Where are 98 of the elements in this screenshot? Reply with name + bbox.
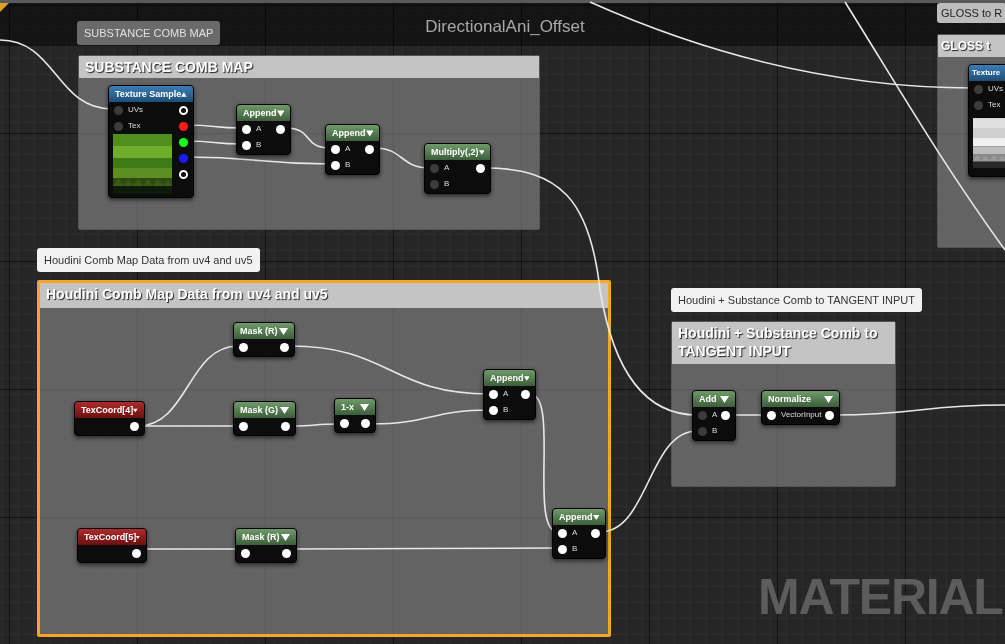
node-title: TexCoord[4] xyxy=(81,405,134,415)
pin-icon[interactable] xyxy=(282,548,291,558)
node-title: Append xyxy=(490,373,524,383)
pin-icon[interactable] xyxy=(132,548,141,558)
comment-title: SUBSTANCE COMB MAP xyxy=(79,56,539,78)
node-title: Normalize xyxy=(768,394,811,404)
caret-icon[interactable] xyxy=(136,533,140,541)
node-title: Append xyxy=(243,108,277,118)
comment-bubble: Houdini + Substance Comb to TANGENT INPUT xyxy=(671,288,922,312)
material-node[interactable]: Append A B xyxy=(325,124,380,175)
caret-icon[interactable] xyxy=(592,513,599,521)
pin-icon[interactable] xyxy=(591,528,600,538)
caret-icon[interactable] xyxy=(824,395,833,403)
pin-label: B xyxy=(712,427,718,435)
pin-icon[interactable] xyxy=(721,410,730,420)
material-node[interactable]: Mask (R) xyxy=(235,528,297,563)
pin-label: A xyxy=(712,411,718,419)
pin-label: Tex xyxy=(988,101,1001,109)
pin-label: UVs xyxy=(988,85,1004,93)
pin-label: A xyxy=(256,125,262,133)
material-node[interactable]: Normalize VectorInput xyxy=(761,390,840,425)
pin-icon[interactable] xyxy=(239,342,248,352)
pin-icon[interactable] xyxy=(476,163,485,173)
comment-bubble: Houdini Comb Map Data from uv4 and uv5 xyxy=(37,248,260,272)
material-node[interactable]: 1-x xyxy=(334,398,376,433)
pin-label: B xyxy=(572,545,578,553)
pin-label: Tex xyxy=(128,122,141,130)
pin-icon[interactable] xyxy=(489,405,498,415)
caret-icon[interactable] xyxy=(280,406,289,414)
pin-icon[interactable] xyxy=(365,144,374,154)
caret-icon[interactable] xyxy=(281,533,290,541)
pin-label: A xyxy=(572,529,578,537)
node-title: Mask (R) xyxy=(240,326,278,336)
pin-label: B xyxy=(444,180,450,188)
pin-icon[interactable] xyxy=(242,124,251,134)
pin-icon[interactable] xyxy=(276,124,285,134)
pin-label: A xyxy=(503,390,509,398)
caret-icon[interactable] xyxy=(276,109,284,117)
caret-icon[interactable] xyxy=(279,327,288,335)
pin-label: A xyxy=(444,164,450,172)
material-node[interactable]: Texture Sample UVs Tex xyxy=(108,85,194,198)
pin-icon[interactable] xyxy=(558,544,567,554)
material-node[interactable]: TexCoord[5] xyxy=(77,528,147,563)
graph-type-label: MATERIAL xyxy=(758,572,1003,622)
pin-icon[interactable] xyxy=(825,410,834,420)
pin-icon[interactable] xyxy=(239,421,248,431)
pin-label: VectorInput xyxy=(781,411,822,419)
material-node[interactable]: Append A B xyxy=(236,104,291,155)
pin-label: UVs xyxy=(128,106,144,114)
pin-label: A xyxy=(345,145,351,153)
pin-icon[interactable] xyxy=(767,410,776,420)
pin-icon[interactable] xyxy=(489,389,498,399)
node-title: Multiply(,2) xyxy=(431,147,479,157)
node-title: Texture Sample xyxy=(115,89,182,99)
node-title: Mask (R) xyxy=(242,532,280,542)
pin-icon[interactable] xyxy=(241,548,250,558)
pin-icon[interactable] xyxy=(331,160,340,170)
caret-icon[interactable] xyxy=(360,403,369,411)
pin-icon[interactable] xyxy=(521,389,530,399)
pin-icon[interactable] xyxy=(242,140,251,150)
node-title: Mask (G) xyxy=(240,405,278,415)
pin-icon[interactable] xyxy=(340,418,349,428)
material-node[interactable]: Append A B xyxy=(483,369,536,420)
caret-icon[interactable] xyxy=(478,148,484,156)
material-node[interactable]: TexCoord[4] xyxy=(74,401,145,436)
pin-icon[interactable] xyxy=(179,169,188,179)
material-node[interactable]: Append A B xyxy=(552,508,606,559)
pin-label: B xyxy=(345,161,351,169)
material-node[interactable]: Multiply(,2) A B xyxy=(424,143,491,194)
comment-title: GLOSS t xyxy=(938,35,1005,57)
pin-label: B xyxy=(256,141,262,149)
node-title: Add xyxy=(699,394,717,404)
comment-bubble: GLOSS to R xyxy=(937,3,1005,23)
pin-icon[interactable] xyxy=(130,421,139,431)
pin-icon[interactable] xyxy=(179,105,188,115)
pin-icon[interactable] xyxy=(558,528,567,538)
node-title: Append xyxy=(559,512,593,522)
material-node[interactable]: Mask (R) xyxy=(233,322,295,357)
node-title: 1-x xyxy=(341,402,354,412)
caret-icon[interactable] xyxy=(365,129,373,137)
node-title: TexCoord[5] xyxy=(84,532,137,542)
pin-icon[interactable] xyxy=(361,418,370,428)
material-node[interactable]: Add A B xyxy=(692,390,736,441)
pin-icon[interactable] xyxy=(179,137,188,147)
node-title: Append xyxy=(332,128,366,138)
pin-icon[interactable] xyxy=(281,421,290,431)
node-title: Texture xyxy=(972,69,1001,77)
caret-icon[interactable] xyxy=(133,406,138,414)
corner-marker-icon xyxy=(0,3,9,12)
caret-icon[interactable] xyxy=(720,395,729,403)
graph-title: DirectionalAni_Offset xyxy=(424,16,586,38)
comment-bubble: SUBSTANCE COMB MAP xyxy=(77,21,221,45)
pin-icon[interactable] xyxy=(331,144,340,154)
material-node[interactable]: Mask (G) xyxy=(233,401,296,436)
caret-icon[interactable] xyxy=(181,90,187,98)
caret-icon[interactable] xyxy=(523,374,529,382)
pin-label: B xyxy=(503,406,509,414)
pin-icon[interactable] xyxy=(280,342,289,352)
